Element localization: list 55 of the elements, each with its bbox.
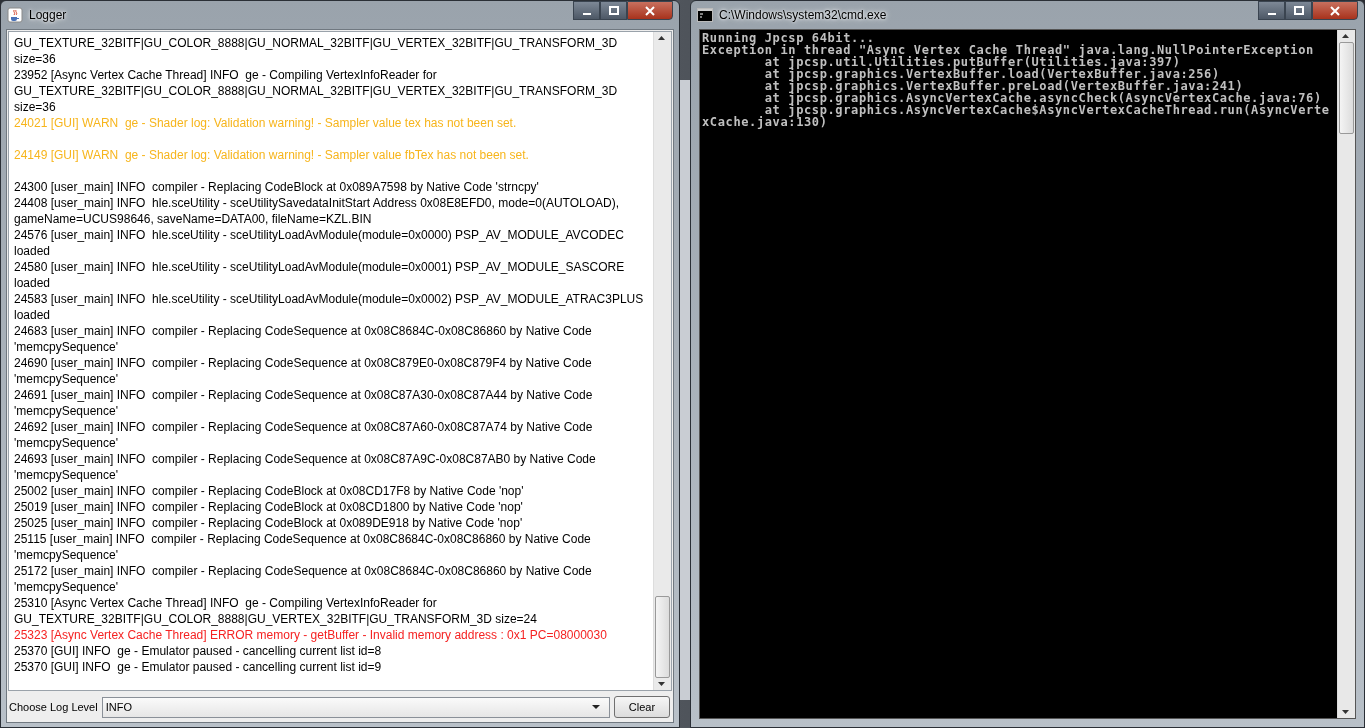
log-entry: 25370 [GUI] INFO ge - Emulator paused - cancelling current list id=9 bbox=[14, 659, 383, 675]
maximize-icon bbox=[607, 5, 620, 16]
dropdown-caret-icon bbox=[591, 704, 601, 710]
cup-icon bbox=[7, 7, 23, 23]
log-entry: 24300 [user_main] INFO compiler - Replacing CodeBlock at 0x089A7598 by Native Code 'strncpy' bbox=[14, 179, 540, 195]
console-line: at jpcsp.util.Utilities.putBuffer(Utilities.java:397) bbox=[764, 56, 1181, 68]
console-line: at jpcsp.graphics.AsyncVertexCache.asyncCheck(AsyncVertexCache.java:76) bbox=[763, 92, 1322, 104]
window-title: Logger bbox=[29, 8, 67, 22]
log-level-label: Choose Log Level bbox=[9, 701, 98, 713]
minimize-icon bbox=[582, 12, 591, 15]
log-entry: 23952 [Async Vertex Cache Thread] INFO ge - Compiling VertexInfoReader for GU_TEXTURE_32BITF|GU_COLOR_8888|GU_NORMAL_32BITF|GU_VERTEX_32BITF|GU_TRANSFORM_3D size=36 bbox=[14, 67, 619, 115]
window-title: C:\Windows\system32\cmd.exe bbox=[719, 8, 887, 22]
log-entry: 24021 [GUI] WARN ge - Shader log: Validation warning! - Sampler value tex has not been set. bbox=[14, 115, 518, 131]
maximize-button[interactable] bbox=[600, 1, 627, 20]
scrollbar[interactable] bbox=[653, 32, 671, 690]
log-entry: 24683 [user_main] INFO compiler - Replacing CodeSequence at 0x08C8684C-0x08C86860 by Native Code 'memcpySequence' bbox=[14, 323, 593, 355]
console-line: at jpcsp.graphics.AsyncVertexCache$AsyncVertexCacheThread.run(AsyncVerte bbox=[764, 104, 1331, 116]
minimize-button[interactable] bbox=[1258, 1, 1285, 20]
log-entry: 24692 [user_main] INFO compiler - Replacing CodeSequence at 0x08C87A60-0x08C87A74 by Native Code 'memcpySequence' bbox=[14, 419, 594, 451]
log-level-dropdown[interactable]: INFO bbox=[101, 696, 610, 718]
log-entry: 24690 [user_main] INFO compiler - Replacing CodeSequence at 0x08C879E0-0x08C879F4 by Native Code 'memcpySequence' bbox=[14, 355, 593, 387]
log-entry: 24408 [user_main] INFO hle.sceUtility - sceUtilitySavedataInitStart Address 0x08E8EFD0, mode=0(AUTOLOAD), gameName=UCUS98646, saveName=DATA00, fileName=KZL.BIN bbox=[14, 195, 621, 227]
maximize-icon bbox=[1292, 5, 1305, 16]
close-icon bbox=[1329, 5, 1341, 16]
log-entry: 25019 [user_main] INFO compiler - Replacing CodeBlock at 0x08CD1800 by Native Code 'nop' bbox=[14, 499, 524, 515]
scrollbar[interactable] bbox=[1337, 30, 1355, 718]
minimize-button[interactable] bbox=[573, 1, 600, 20]
console-line: at jpcsp.graphics.VertexBuffer.preLoad(VertexBuffer.java:241) bbox=[763, 80, 1244, 92]
log-entry: 25002 [user_main] INFO compiler - Replacing CodeBlock at 0x08CD17F8 by Native Code 'nop' bbox=[14, 483, 525, 499]
clear-button[interactable]: Clear bbox=[614, 696, 670, 718]
console-line: Running Jpcsp 64bit... bbox=[702, 32, 876, 44]
minimize-icon bbox=[1267, 12, 1276, 15]
maximize-button[interactable] bbox=[1285, 1, 1312, 20]
log-entry: GU_TEXTURE_32BITF|GU_COLOR_8888|GU_NORMAL_32BITF|GU_VERTEX_32BITF|GU_TRANSFORM_3D size=36 bbox=[14, 35, 619, 67]
scroll-thumb[interactable] bbox=[1339, 42, 1354, 134]
close-icon bbox=[644, 5, 656, 16]
log-entry: 24583 [user_main] INFO hle.sceUtility - sceUtilityLoadAvModule(module=0x0002) PSP_AV_MODULE_ATRAC3PLUS loaded bbox=[14, 291, 645, 323]
console-icon bbox=[697, 8, 713, 22]
close-button[interactable] bbox=[1312, 1, 1358, 20]
log-entry: 24693 [user_main] INFO compiler - Replacing CodeSequence at 0x08C87A9C-0x08C87AB0 by Native Code 'memcpySequence' bbox=[14, 451, 597, 483]
log-entry: 24149 [GUI] WARN ge - Shader log: Validation warning! - Sampler value fbTex has not been set. bbox=[14, 147, 530, 163]
log-entry: 24580 [user_main] INFO hle.sceUtility - sceUtilityLoadAvModule(module=0x0001) PSP_AV_MODULE_SASCORE loaded bbox=[14, 259, 626, 291]
log-entry: 25172 [user_main] INFO compiler - Replacing CodeSequence at 0x08C8684C-0x08C86860 by Native Code 'memcpySequence' bbox=[14, 563, 593, 595]
log-entry: 25370 [GUI] INFO ge - Emulator paused - cancelling current list id=8 bbox=[14, 643, 383, 659]
console-line: Exception in thread "Async Vertex Cache Thread" java.lang.NullPointerException bbox=[702, 44, 1315, 56]
log-entry: 25323 [Async Vertex Cache Thread] ERROR memory - getBuffer - Invalid memory address : 0x1 PC=08000030 bbox=[14, 627, 608, 643]
log-entry: 25310 [Async Vertex Cache Thread] INFO ge - Compiling VertexInfoReader for GU_TEXTURE_32BITF|GU_COLOR_8888|GU_VERTEX_32BITF|GU_TRANSFORM_3D size=24 bbox=[14, 595, 538, 627]
close-button[interactable] bbox=[627, 1, 673, 20]
scroll-thumb[interactable] bbox=[655, 596, 670, 678]
console-line: at jpcsp.graphics.VertexBuffer.load(VertexBuffer.java:256) bbox=[763, 68, 1220, 80]
log-entry: 25115 [user_main] INFO compiler - Replacing CodeSequence at 0x08C8684C-0x08C86860 by Native Code 'memcpySequence' bbox=[14, 531, 592, 563]
console-line: xCache.java:130) bbox=[702, 116, 828, 128]
log-entry: 25025 [user_main] INFO compiler - Replacing CodeBlock at 0x089DE918 by Native Code 'nop' bbox=[14, 515, 524, 531]
log-entry: 24691 [user_main] INFO compiler - Replacing CodeSequence at 0x08C87A30-0x08C87A44 by Native Code 'memcpySequence' bbox=[14, 387, 594, 419]
log-entry: 24576 [user_main] INFO hle.sceUtility - sceUtilityLoadAvModule(module=0x0000) PSP_AV_MODULE_AVCODEC loaded bbox=[14, 227, 625, 259]
